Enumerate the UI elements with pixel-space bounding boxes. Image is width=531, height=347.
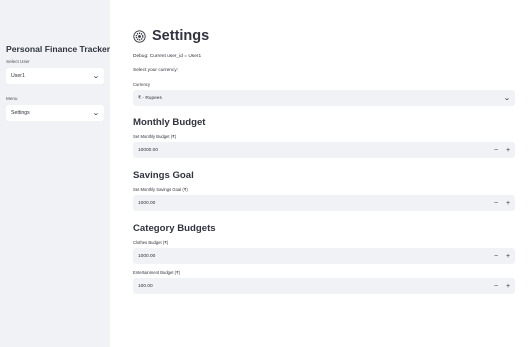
decrement-button[interactable]: − bbox=[493, 283, 499, 290]
category-budgets-heading: Category Budgets bbox=[133, 223, 216, 234]
increment-button[interactable]: + bbox=[505, 253, 511, 260]
increment-button[interactable]: + bbox=[505, 200, 511, 207]
chevron-down-icon: ⌄ bbox=[503, 94, 511, 102]
app-title: Personal Finance Tracker bbox=[6, 44, 111, 54]
savings-goal-input[interactable]: 1000.00 − + bbox=[133, 195, 515, 211]
increment-button[interactable]: + bbox=[505, 147, 511, 154]
clothes-budget-value[interactable]: 1000.00 bbox=[138, 254, 155, 259]
menu-label: Menu bbox=[6, 96, 18, 101]
savings-goal-heading: Savings Goal bbox=[133, 170, 194, 181]
sidebar: Personal Finance Tracker Select User Use… bbox=[0, 0, 110, 347]
entertainment-budget-label: Entertainment Budget (₹) bbox=[133, 270, 181, 275]
currency-prompt: Select your currency: bbox=[133, 68, 179, 73]
clothes-budget-input[interactable]: 1000.00 − + bbox=[133, 248, 515, 264]
monthly-budget-value[interactable]: 10000.00 bbox=[138, 148, 158, 153]
select-user-label: Select User bbox=[6, 59, 30, 64]
main-content: Settings Debug: Current user_id = User1 … bbox=[133, 28, 515, 306]
savings-goal-value[interactable]: 1000.00 bbox=[138, 201, 155, 206]
menu-select-value: Settings bbox=[11, 110, 30, 116]
debug-text: Debug: Current user_id = User1 bbox=[133, 54, 202, 59]
currency-label: Currency bbox=[133, 82, 150, 87]
chevron-down-icon: ⌄ bbox=[92, 109, 100, 117]
user-select[interactable]: User1 ⌄ bbox=[6, 68, 104, 84]
decrement-button[interactable]: − bbox=[493, 147, 499, 154]
decrement-button[interactable]: − bbox=[493, 253, 499, 260]
entertainment-budget-value[interactable]: 100.00 bbox=[138, 284, 153, 289]
user-select-value: User1 bbox=[11, 73, 25, 79]
monthly-budget-label: Set Monthly Budget (₹) bbox=[133, 134, 177, 139]
currency-select-value: ₹ - Rupees bbox=[138, 95, 162, 101]
page-title: Settings bbox=[133, 28, 515, 44]
savings-goal-label: Set Monthly Savings Goal (₹) bbox=[133, 187, 188, 192]
clothes-budget-label: Clothes Budget (₹) bbox=[133, 240, 169, 245]
page-title-text: Settings bbox=[152, 28, 210, 44]
monthly-budget-heading: Monthly Budget bbox=[133, 117, 206, 128]
chevron-down-icon: ⌄ bbox=[92, 72, 100, 80]
menu-select[interactable]: Settings ⌄ bbox=[6, 105, 104, 121]
monthly-budget-input[interactable]: 10000.00 − + bbox=[133, 142, 515, 158]
increment-button[interactable]: + bbox=[505, 283, 511, 290]
gear-icon bbox=[133, 29, 146, 43]
decrement-button[interactable]: − bbox=[493, 200, 499, 207]
currency-select[interactable]: ₹ - Rupees ⌄ bbox=[133, 90, 515, 106]
entertainment-budget-input[interactable]: 100.00 − + bbox=[133, 278, 515, 294]
